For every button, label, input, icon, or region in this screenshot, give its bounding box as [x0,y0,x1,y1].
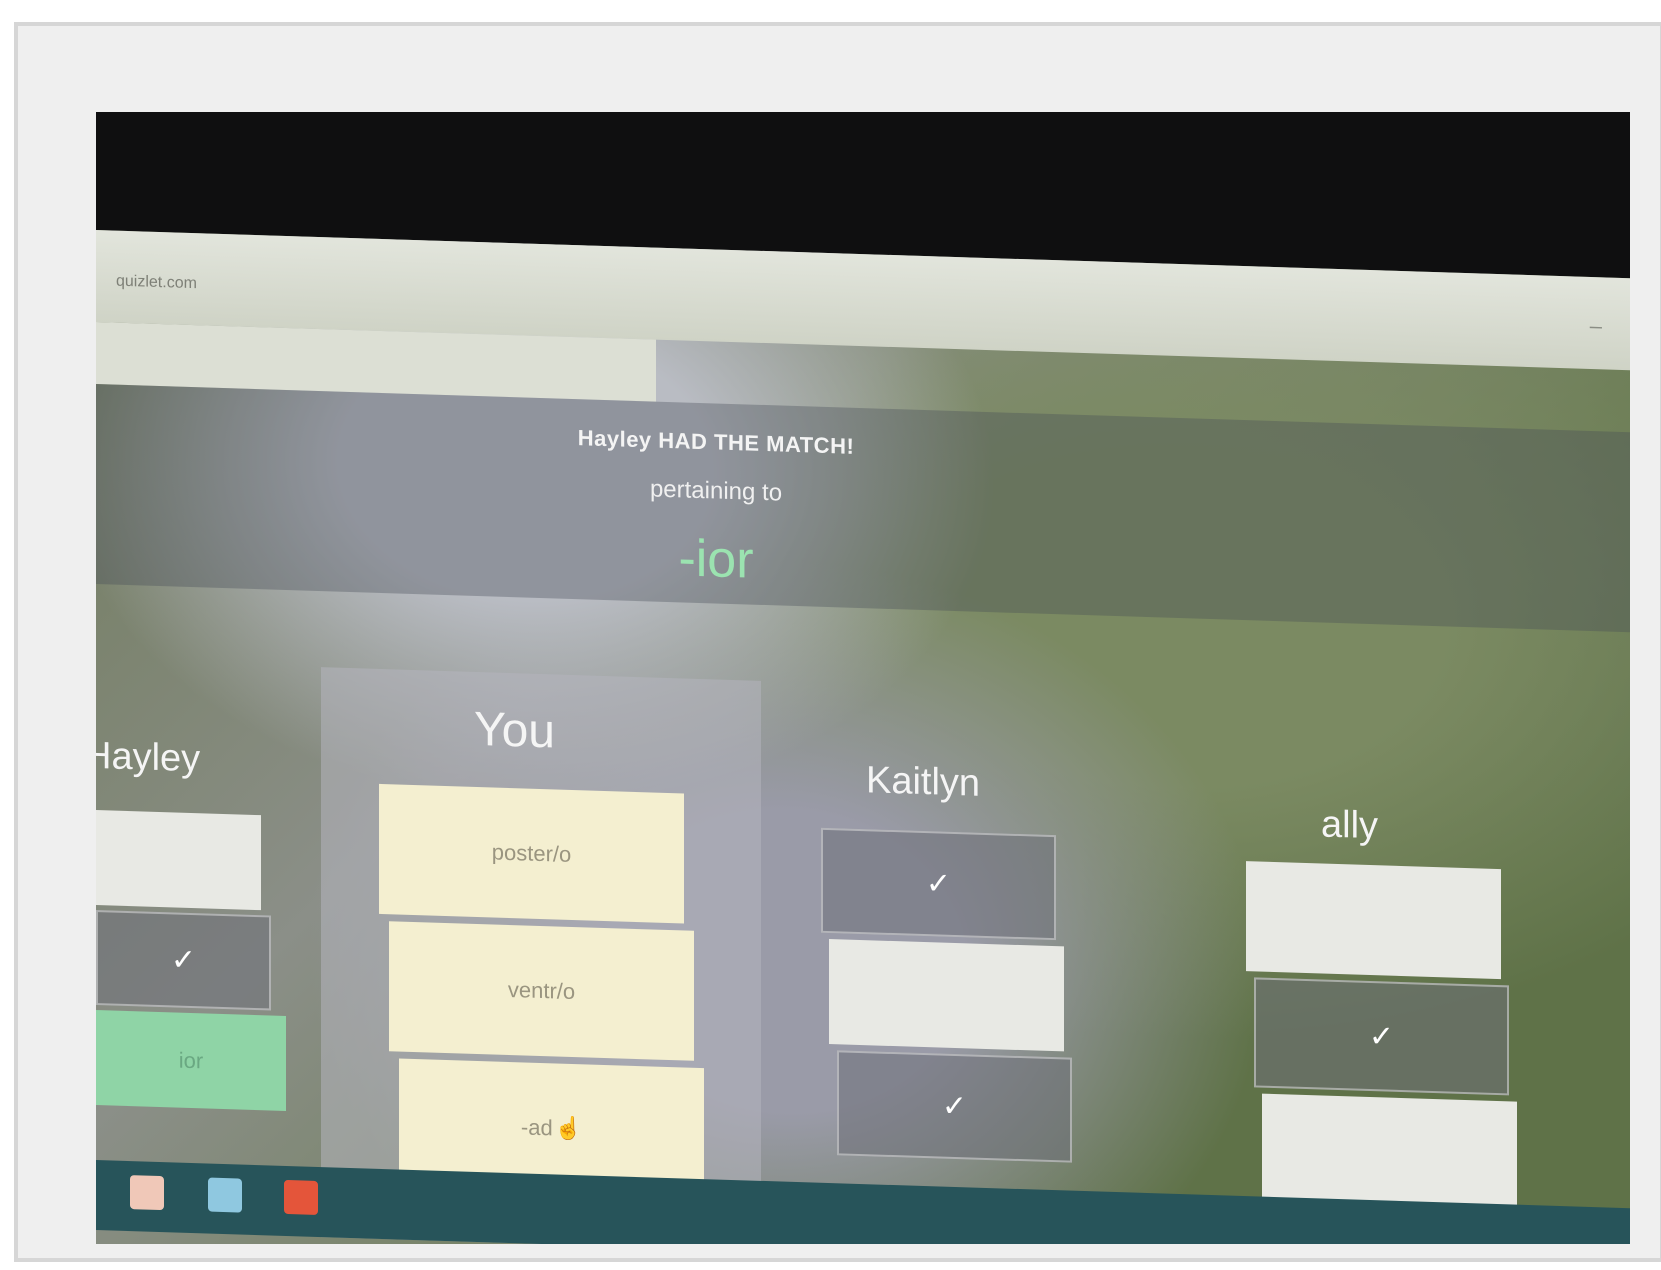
ally-tile-1 [1246,861,1501,980]
checkmark-icon: ✓ [170,943,197,978]
video-icon[interactable] [284,1179,318,1215]
browser-screen: quizlet.com – Hayley HAD THE MATCH! pert… [96,230,1630,1244]
player-name-ally: ally [1321,803,1379,848]
kaitlyn-tile-1: ✓ [821,827,1056,941]
answer-option-2-label: ventr/o [507,976,576,1005]
document-icon[interactable] [208,1177,242,1213]
checkmark-icon: ✓ [925,867,952,901]
monitor-photo: quizlet.com – Hayley HAD THE MATCH! pert… [96,112,1630,1244]
minimize-icon[interactable]: – [1590,313,1602,339]
url-text: quizlet.com [116,272,197,293]
answer-option-3-label: -ad [520,1114,553,1141]
prompt-term: -ior [678,529,754,590]
hayley-tile-2: ✓ [96,910,271,1011]
checkmark-icon: ✓ [1368,1019,1395,1054]
player-name-hayley: Hayley [96,734,201,781]
kaitlyn-tile-3: ✓ [837,1050,1072,1163]
hayley-tile-3-label: ior [178,1047,204,1073]
ally-tile-3 [1262,1093,1517,1212]
answer-option-1[interactable]: poster/o [379,783,684,924]
ally-tile-2: ✓ [1254,977,1509,1096]
image-frame: quizlet.com – Hayley HAD THE MATCH! pert… [14,22,1661,1262]
answer-option-2[interactable]: ventr/o [389,921,694,1061]
hand-cursor-icon: ☝ [554,1115,583,1142]
checkmark-icon: ✓ [941,1089,968,1124]
mail-icon[interactable] [130,1175,164,1211]
kaitlyn-tile-2 [829,939,1064,1052]
hayley-tile-1 [96,810,261,911]
player-name-you: You [474,702,555,759]
player-name-kaitlyn: Kaitlyn [866,759,981,805]
hayley-tile-3: ior [96,1010,286,1111]
answer-option-1-label: poster/o [491,839,572,867]
